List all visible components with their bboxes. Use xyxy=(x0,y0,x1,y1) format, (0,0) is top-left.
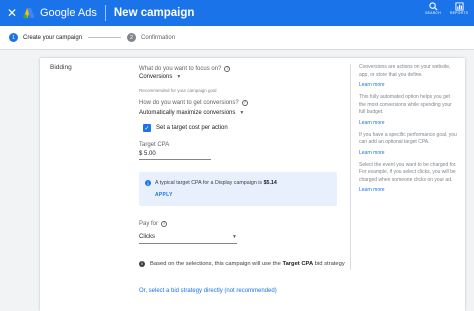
page-title: New campaign xyxy=(113,7,195,19)
google-ads-logo xyxy=(22,7,36,19)
step-connector xyxy=(88,37,122,38)
select-bid-strategy-link[interactable]: Or, select a bid strategy directly (not … xyxy=(139,288,277,294)
pay-for-select[interactable]: Clicks ▼ xyxy=(139,234,237,244)
step-create-campaign[interactable]: 1 Create your campaign xyxy=(9,33,82,42)
focus-dropdown[interactable]: Conversions ▼ xyxy=(139,74,181,80)
learn-more-link[interactable]: Learn more xyxy=(359,187,458,193)
caret-down-icon: ▼ xyxy=(232,234,237,240)
side-help-block: This fully automated option helps you ge… xyxy=(359,94,458,126)
note-strategy-name: Target CPA xyxy=(282,261,314,267)
header-divider xyxy=(104,5,106,21)
focus-dropdown-value: Conversions xyxy=(139,74,173,80)
reports-label: REPORTS xyxy=(449,11,469,15)
step-number: 2 xyxy=(127,33,137,42)
side-help-block: If you have a specific performance goal,… xyxy=(359,132,458,156)
side-help-text: If you have a specific performance goal,… xyxy=(359,131,457,146)
search-label: SEARCH xyxy=(425,11,441,15)
step-number: 1 xyxy=(9,33,18,42)
pay-for-label: Pay for? xyxy=(139,221,168,227)
learn-more-link[interactable]: Learn more xyxy=(359,82,458,88)
how-question: How do you want to get conversions?? xyxy=(139,100,248,106)
target-cpa-label: Target CPA xyxy=(139,142,170,148)
pay-for-label-text: Pay for xyxy=(139,221,159,227)
side-help-text: Conversions are actions on your website,… xyxy=(359,64,451,78)
step-label: Confirmation xyxy=(141,34,176,41)
info-text: A typical target CPA for a Display campa… xyxy=(155,180,277,186)
top-app-bar: ✕ Google Ads New campaign SEARCH REPORTS xyxy=(0,0,474,26)
apply-button[interactable]: APPLY xyxy=(155,192,173,198)
how-dropdown[interactable]: Automatically maximize conversions ▼ xyxy=(139,110,244,116)
checkbox-checked-icon[interactable]: ✓ xyxy=(143,124,151,132)
search-button[interactable]: SEARCH xyxy=(422,2,444,16)
search-icon xyxy=(428,2,438,11)
step-label: Create your campaign xyxy=(23,34,83,41)
side-help-text: Select the event you want to be charged … xyxy=(359,161,457,183)
info-icon: i xyxy=(145,180,151,186)
help-icon[interactable]: ? xyxy=(161,221,168,227)
focus-hint: Recommended for your campaign goal xyxy=(139,88,217,93)
help-side-panel: Conversions are actions on your website,… xyxy=(350,64,458,270)
caret-down-icon: ▼ xyxy=(176,74,182,80)
stepper: 1 Create your campaign 2 Confirmation xyxy=(0,26,474,50)
focus-question-text: What do you want to focus on? xyxy=(139,66,222,72)
note-text: Based on the selections, this campaign w… xyxy=(150,261,345,267)
how-question-text: How do you want to get conversions? xyxy=(139,100,239,106)
top-actions: SEARCH REPORTS xyxy=(422,2,470,16)
target-cpa-info-box: i A typical target CPA for a Display cam… xyxy=(139,172,337,206)
how-dropdown-value: Automatically maximize conversions xyxy=(139,110,236,116)
target-cpa-input[interactable]: $ 5.00 xyxy=(139,151,211,160)
help-icon[interactable]: ? xyxy=(241,100,248,106)
side-help-block: Select the event you want to be charged … xyxy=(359,162,458,194)
learn-more-link[interactable]: Learn more xyxy=(359,150,458,156)
info-cpa-value: $5.14 xyxy=(263,180,277,186)
reports-icon xyxy=(454,2,464,11)
pay-for-value: Clicks xyxy=(139,234,155,240)
step-confirmation[interactable]: 2 Confirmation xyxy=(127,33,175,42)
bid-strategy-note: i Based on the selections, this campaign… xyxy=(139,259,349,269)
google-ads-logo-icon xyxy=(23,8,35,19)
close-icon[interactable]: ✕ xyxy=(2,6,22,20)
focus-question: What do you want to focus on?? xyxy=(139,66,231,72)
checkbox-label: Set a target cost per action xyxy=(156,125,228,131)
learn-more-link[interactable]: Learn more xyxy=(359,120,458,126)
info-icon: i xyxy=(139,261,145,267)
brand-name: Google Ads xyxy=(40,7,97,19)
side-help-text: This fully automated option helps you ge… xyxy=(359,94,452,115)
reports-button[interactable]: REPORTS xyxy=(448,2,470,16)
help-icon[interactable]: ? xyxy=(224,66,231,72)
caret-down-icon: ▼ xyxy=(239,110,245,116)
target-cpa-checkbox-row[interactable]: ✓ Set a target cost per action xyxy=(143,124,228,132)
section-label: Bidding xyxy=(50,64,72,71)
side-help-block: Conversions are actions on your website,… xyxy=(359,64,458,88)
